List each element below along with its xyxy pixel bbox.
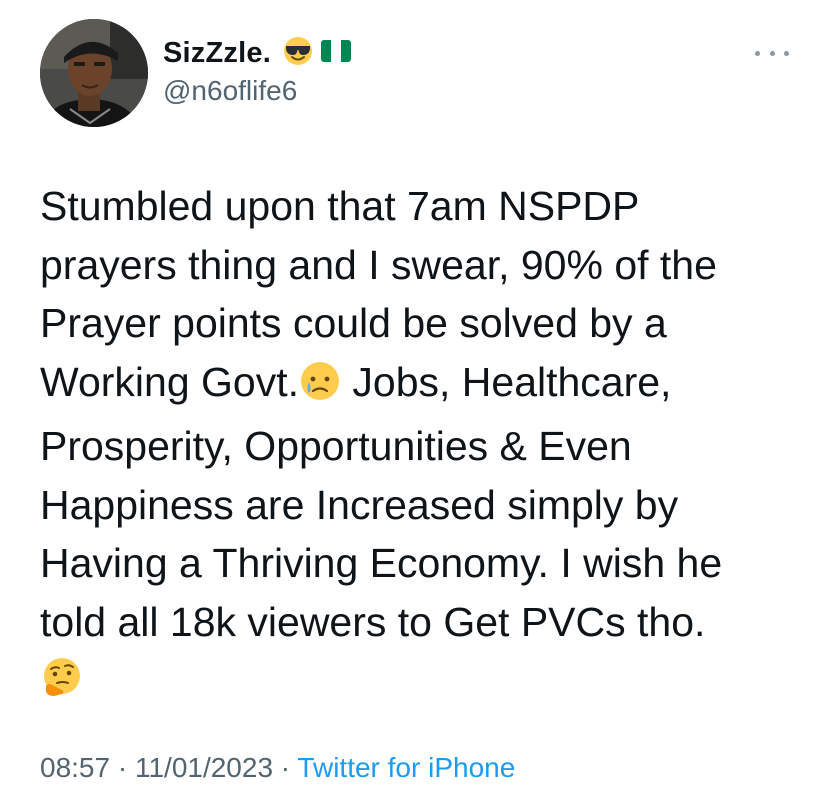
name-row: SizZzle. bbox=[163, 33, 351, 73]
tweet-time[interactable]: 08:57 bbox=[40, 752, 110, 783]
tweet-header: SizZzle. @n6oflife6 bbox=[163, 33, 351, 107]
tweet-footer: 08:57 · 11/01/2023 · Twitter for iPhone bbox=[40, 752, 515, 784]
user-handle[interactable]: @n6oflife6 bbox=[163, 75, 351, 107]
display-name[interactable]: SizZzle. bbox=[163, 37, 271, 70]
tweet-source-link[interactable]: Twitter for iPhone bbox=[297, 752, 515, 783]
tweet: SizZzle. @n6oflife6 Stumbled upon that 7… bbox=[0, 0, 829, 804]
thinking-face-emoji-icon bbox=[40, 656, 84, 716]
sunglasses-emoji-icon bbox=[283, 36, 313, 71]
tweet-text: Stumbled upon that 7am NSPDP prayers thi… bbox=[40, 177, 800, 716]
tweet-date[interactable]: 11/01/2023 bbox=[135, 752, 273, 783]
more-options-icon[interactable] bbox=[755, 46, 789, 60]
separator: · bbox=[110, 752, 135, 783]
avatar[interactable] bbox=[40, 19, 148, 127]
nigeria-flag-icon bbox=[320, 39, 351, 67]
separator: · bbox=[273, 752, 298, 783]
crying-face-emoji-icon bbox=[299, 359, 341, 418]
dot bbox=[769, 50, 775, 56]
dot bbox=[755, 50, 760, 56]
avatar-image bbox=[40, 19, 148, 127]
dot bbox=[784, 50, 789, 56]
